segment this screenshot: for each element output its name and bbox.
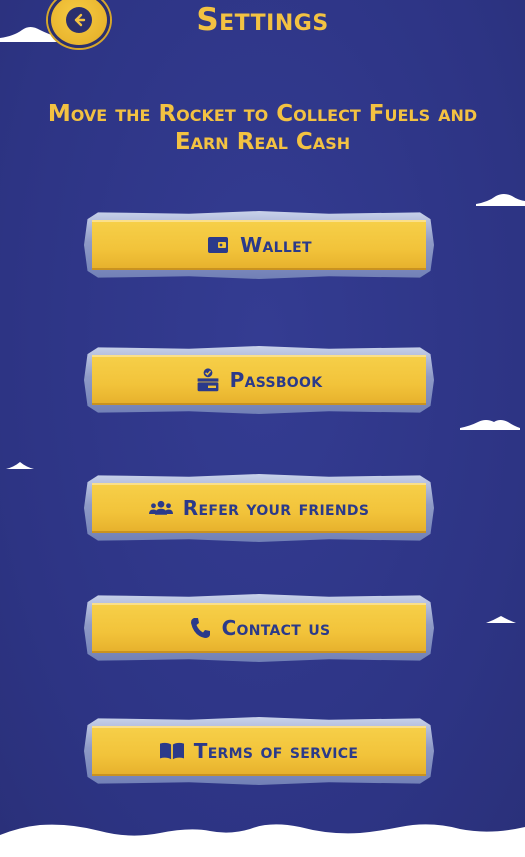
phone-icon: [188, 616, 212, 640]
refer-friends-label: Refer your friends: [182, 496, 370, 520]
book-icon: [159, 739, 184, 763]
button-face: Passbook: [92, 355, 426, 405]
refer-friends-button[interactable]: Refer your friends: [84, 474, 434, 542]
button-face: Contact us: [92, 603, 426, 653]
promo-tagline: Move the Rocket to Collect Fuels and Ear…: [47, 101, 478, 155]
button-face: Refer your friends: [92, 483, 426, 533]
terms-of-service-label: Terms of service: [193, 739, 359, 763]
wallet-button[interactable]: Wallet: [84, 211, 434, 279]
passbook-button[interactable]: Passbook: [84, 346, 434, 414]
button-face: Terms of service: [92, 726, 426, 776]
passbook-icon: [196, 368, 220, 392]
users-icon: [148, 496, 173, 520]
button-face: Wallet: [92, 220, 426, 270]
contact-us-button[interactable]: Contact us: [84, 594, 434, 662]
cloud-decoration: [6, 462, 34, 469]
passbook-label: Passbook: [229, 368, 323, 392]
terms-of-service-button[interactable]: Terms of service: [84, 717, 434, 785]
cloud-decoration: [460, 420, 520, 430]
wallet-label: Wallet: [240, 233, 312, 257]
ground-decoration: [0, 824, 525, 857]
cloud-decoration: [476, 194, 525, 206]
contact-us-label: Contact us: [221, 616, 331, 640]
page-title: Settings: [196, 2, 329, 38]
settings-screen: Settings Move the Rocket to Collect Fuel…: [0, 0, 525, 857]
cloud-decoration: [486, 616, 516, 623]
wallet-icon: [206, 233, 230, 257]
